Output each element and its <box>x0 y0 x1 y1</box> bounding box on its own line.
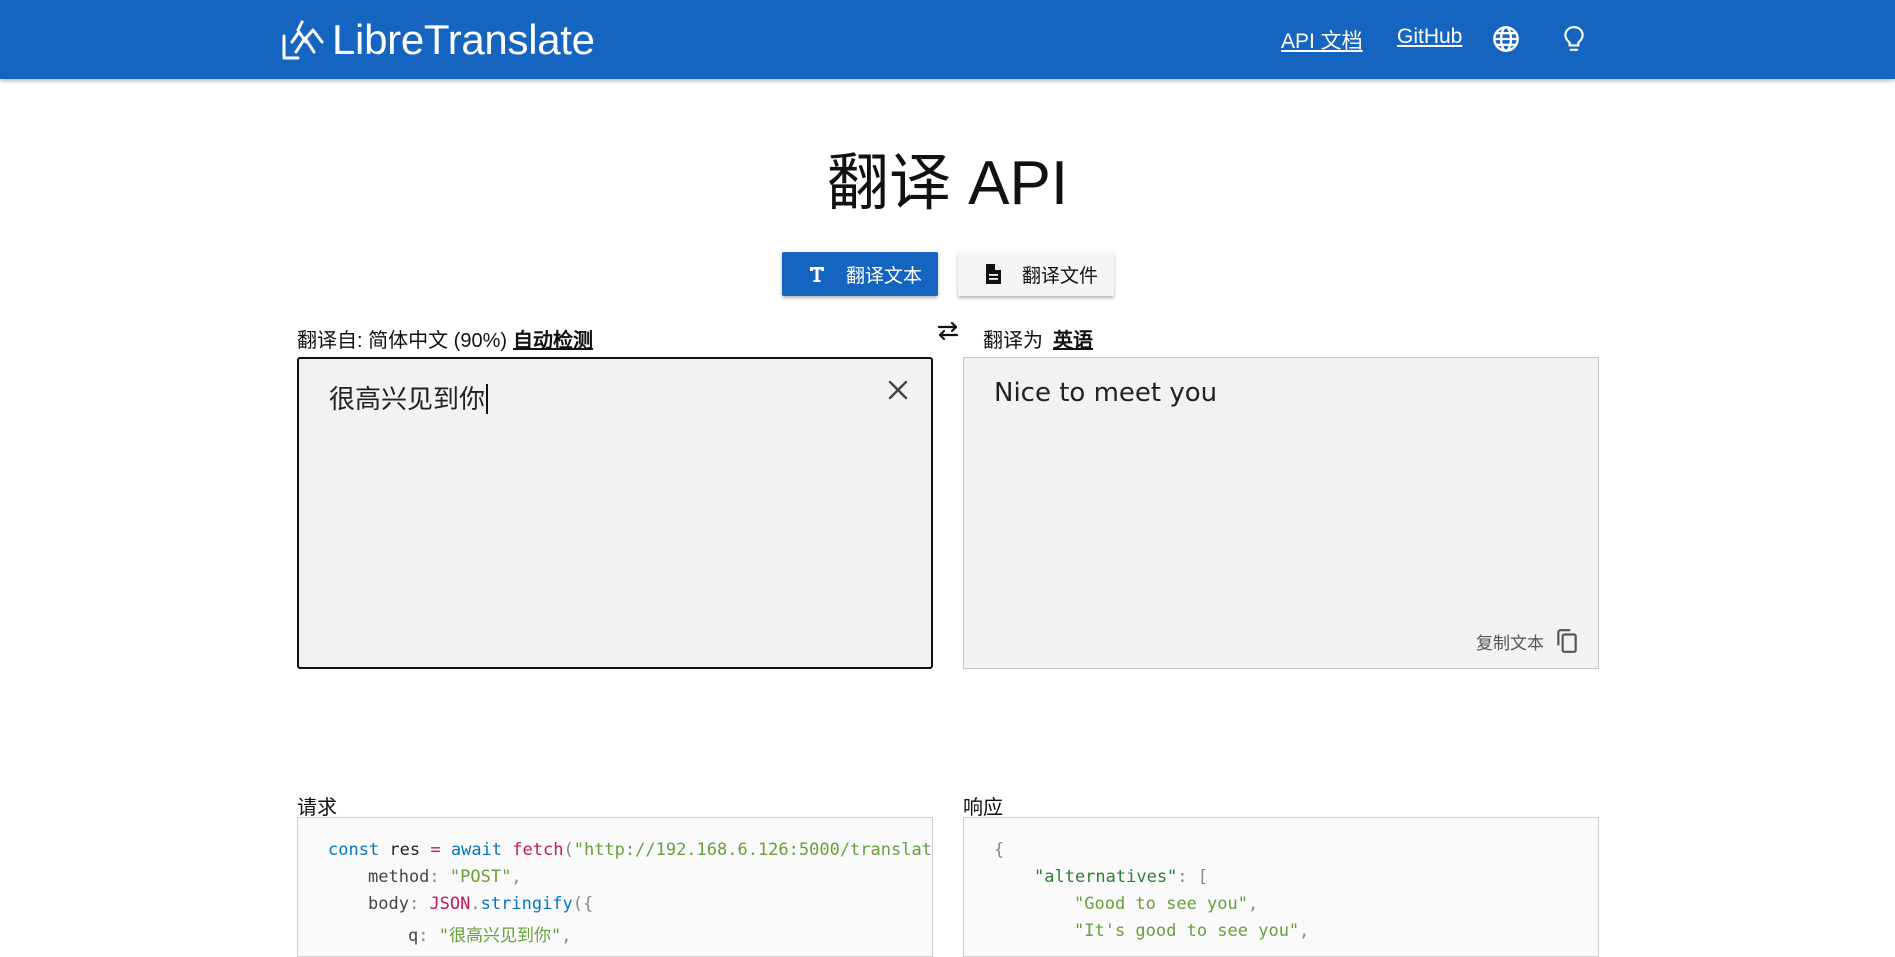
source-textarea[interactable]: 很高兴见到你 <box>297 357 933 669</box>
swap-icon <box>936 321 960 346</box>
top-navbar: LibreTranslate API 文档 GitHub <box>0 0 1895 79</box>
copy-text-button[interactable]: 复制文本 <box>1476 626 1580 656</box>
response-code-line: { <box>994 840 1005 860</box>
response-label: 响应 <box>963 797 1003 819</box>
response-code-line: "Good to see you", <box>1074 894 1259 914</box>
response-code-line: "It's good to see you", <box>1074 921 1310 941</box>
copy-text-label: 复制文本 <box>1476 633 1544 653</box>
translated-textarea[interactable]: Nice to meet you 复制文本 <box>963 357 1599 669</box>
text-cursor <box>486 384 489 414</box>
source-language-text: 翻译自: 简体中文 (90%) <box>297 330 508 352</box>
close-icon <box>888 380 908 400</box>
copy-icon <box>1554 628 1580 654</box>
request-code-block: const res = await fetch("http://192.168.… <box>297 817 933 957</box>
request-code-line: body: JSON.stringify({ <box>368 894 594 914</box>
logo-icon <box>280 18 324 62</box>
translate-file-label: 翻译文件 <box>1022 265 1099 287</box>
request-code-line: method: "POST", <box>368 867 522 887</box>
globe-icon[interactable] <box>1491 24 1521 54</box>
page-title: 翻译 API <box>826 149 1069 218</box>
translated-text: Nice to meet you <box>994 378 1218 408</box>
request-code-line: const res = await fetch("http://192.168.… <box>328 840 933 860</box>
brand-name: LibreTranslate <box>332 16 595 63</box>
request-code-line: q: "很高兴见到你", <box>408 926 572 946</box>
target-language-prefix: 翻译为 <box>983 330 1043 352</box>
target-language-label: 翻译为 英语 <box>983 324 1093 353</box>
request-label: 请求 <box>297 797 337 819</box>
swap-languages-button[interactable] <box>935 320 961 346</box>
file-icon <box>982 263 1004 285</box>
auto-detect-link[interactable]: 自动检测 <box>513 330 593 352</box>
target-language-link[interactable]: 英语 <box>1053 330 1093 352</box>
clear-text-button[interactable] <box>883 375 913 405</box>
translate-text-button[interactable]: 翻译文本 <box>782 252 938 296</box>
translate-text-label: 翻译文本 <box>846 265 923 287</box>
response-code-block: { "alternatives": [ "Good to see you", "… <box>963 817 1599 957</box>
github-link[interactable]: GitHub <box>1397 25 1462 49</box>
source-language-label: 翻译自: 简体中文 (90%) 自动检测 <box>297 324 593 353</box>
response-code-line: "alternatives": [ <box>1034 867 1209 887</box>
text-icon <box>806 263 828 285</box>
lightbulb-icon[interactable] <box>1559 24 1589 54</box>
api-docs-link[interactable]: API 文档 <box>1281 25 1363 55</box>
brand-link[interactable]: LibreTranslate <box>280 10 595 70</box>
source-text: 很高兴见到你 <box>329 379 489 416</box>
translate-file-button[interactable]: 翻译文件 <box>958 252 1114 296</box>
